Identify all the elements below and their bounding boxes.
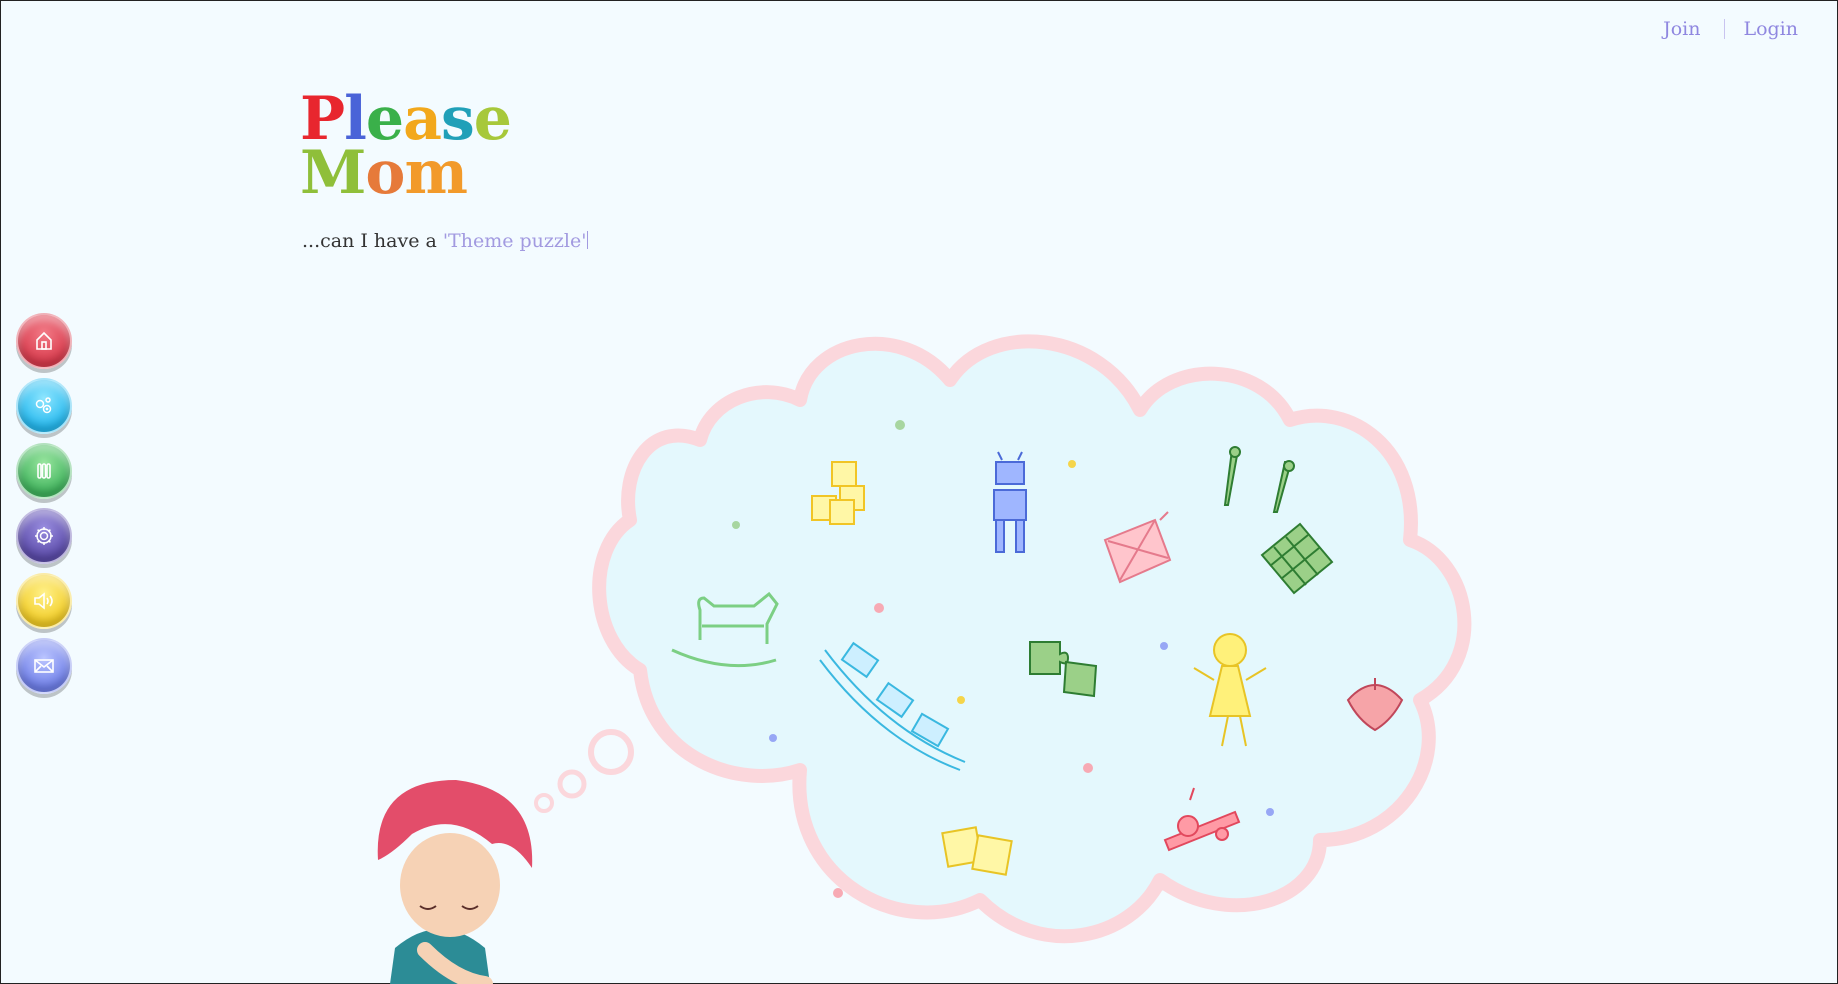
thinking-child-illustration bbox=[377, 780, 533, 984]
thought-illustration bbox=[377, 334, 1472, 984]
